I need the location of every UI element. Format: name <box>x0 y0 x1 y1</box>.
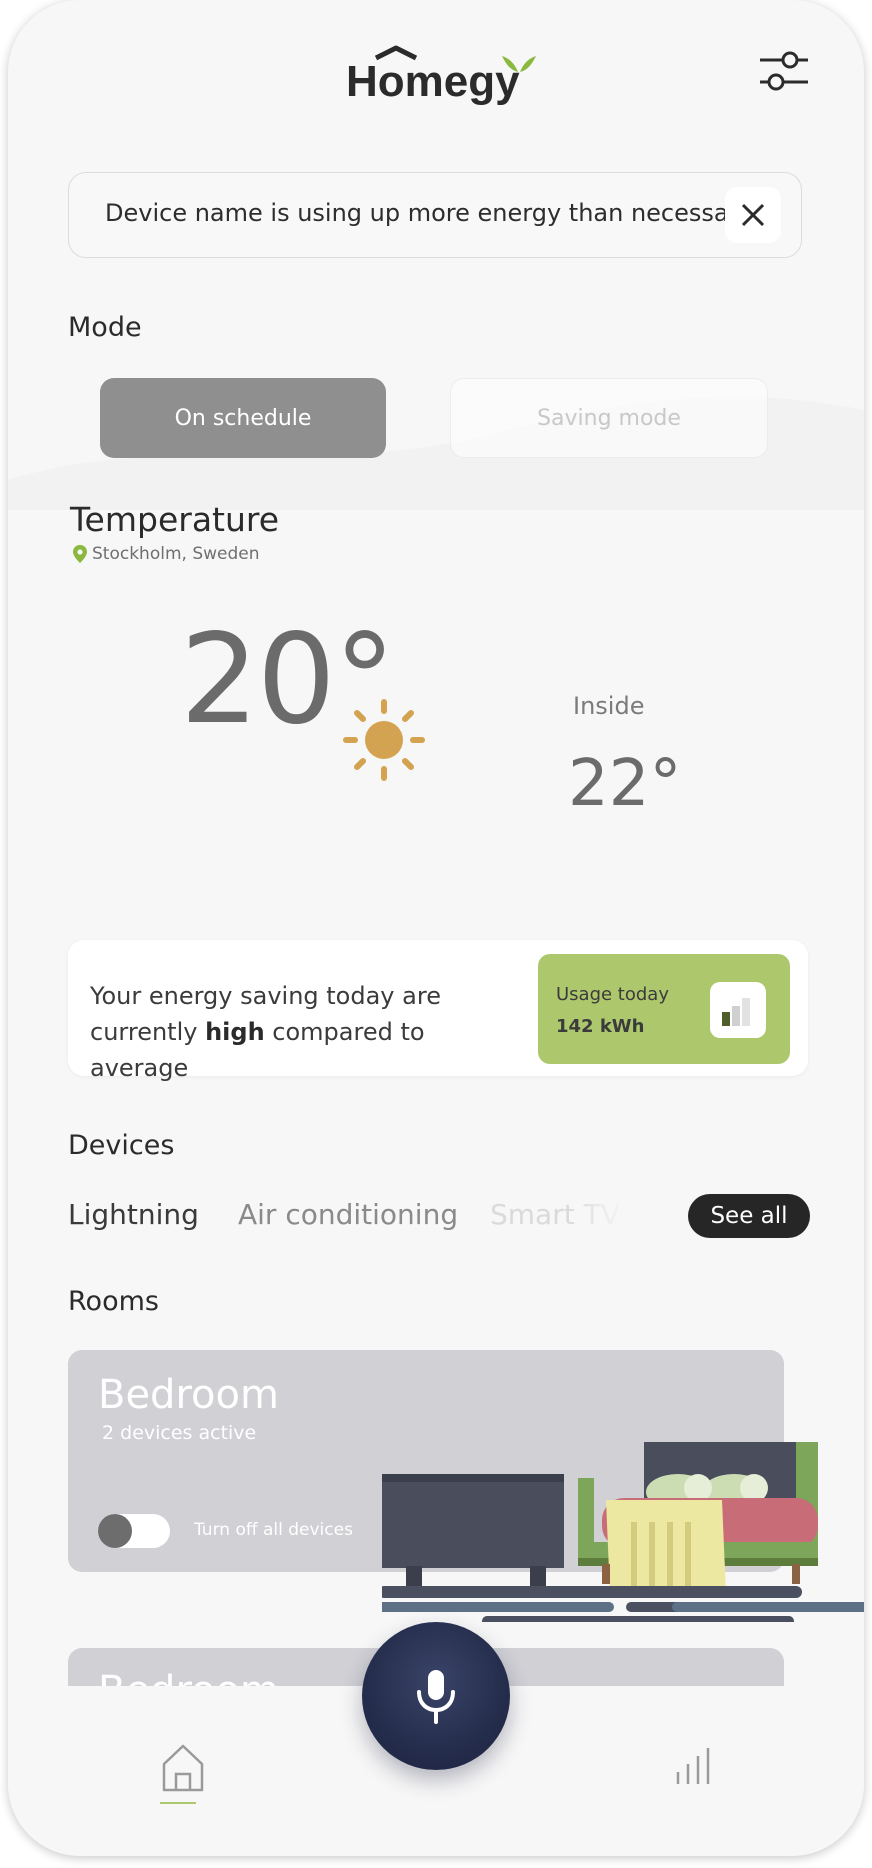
mode-on-schedule-button[interactable]: On schedule <box>100 378 386 458</box>
microphone-icon <box>417 1670 455 1724</box>
alert-message: Device name is using up more energy than… <box>105 199 753 227</box>
home-icon <box>162 1744 204 1792</box>
location-pin-icon <box>73 545 87 563</box>
device-tab-lightning[interactable]: Lightning <box>68 1198 199 1231</box>
usage-today-card[interactable]: Usage today 142 kWh <box>538 954 790 1064</box>
toggle-label: Turn off all devices <box>194 1520 353 1540</box>
location-text: Stockholm, Sweden <box>92 544 260 564</box>
stats-icon <box>676 1748 710 1784</box>
room-name: Bedroom <box>98 1372 279 1418</box>
nav-stats-button[interactable] <box>672 1744 716 1788</box>
energy-text-emphasis: high <box>205 1018 265 1046</box>
logo-mark: Homegy <box>346 45 536 106</box>
usage-label: Usage today <box>556 984 669 1005</box>
close-icon <box>741 203 765 227</box>
usage-value: 142 kWh <box>556 1016 645 1037</box>
see-all-devices-button[interactable]: See all <box>688 1194 810 1238</box>
phone-screen: Homegy Device name is using up more ener… <box>8 0 864 1856</box>
bedroom-illustration <box>382 1442 864 1622</box>
room-devices-toggle[interactable] <box>98 1514 170 1548</box>
temperature-title: Temperature <box>70 500 280 539</box>
voice-assistant-button[interactable] <box>362 1622 510 1770</box>
inside-label: Inside <box>573 692 645 720</box>
mode-saving-button[interactable]: Saving mode <box>450 378 768 458</box>
location: Stockholm, Sweden <box>72 544 260 564</box>
svg-text:Homegy: Homegy <box>346 57 520 106</box>
tabs-fade <box>568 1190 628 1250</box>
sun-icon <box>343 699 425 781</box>
devices-title: Devices <box>68 1130 175 1161</box>
energy-summary-text: Your energy saving today are currently h… <box>90 978 530 1086</box>
device-tab-air-conditioning[interactable]: Air conditioning <box>238 1198 458 1231</box>
room-status: 2 devices active <box>102 1422 257 1444</box>
bar-chart-icon <box>710 982 766 1038</box>
energy-alert-banner: Device name is using up more energy than… <box>68 172 802 258</box>
energy-summary-card: Your energy saving today are currently h… <box>68 940 808 1082</box>
sliders-icon <box>760 51 808 91</box>
nav-home-button[interactable] <box>158 1740 208 1796</box>
settings-button[interactable] <box>756 46 812 96</box>
toggle-knob <box>98 1514 132 1548</box>
alert-close-button[interactable] <box>725 187 781 243</box>
rooms-title: Rooms <box>68 1286 159 1317</box>
inside-temperature: 22° <box>568 747 682 821</box>
mode-title: Mode <box>68 312 142 343</box>
app-logo: Homegy <box>338 44 548 114</box>
nav-active-indicator <box>160 1802 196 1804</box>
